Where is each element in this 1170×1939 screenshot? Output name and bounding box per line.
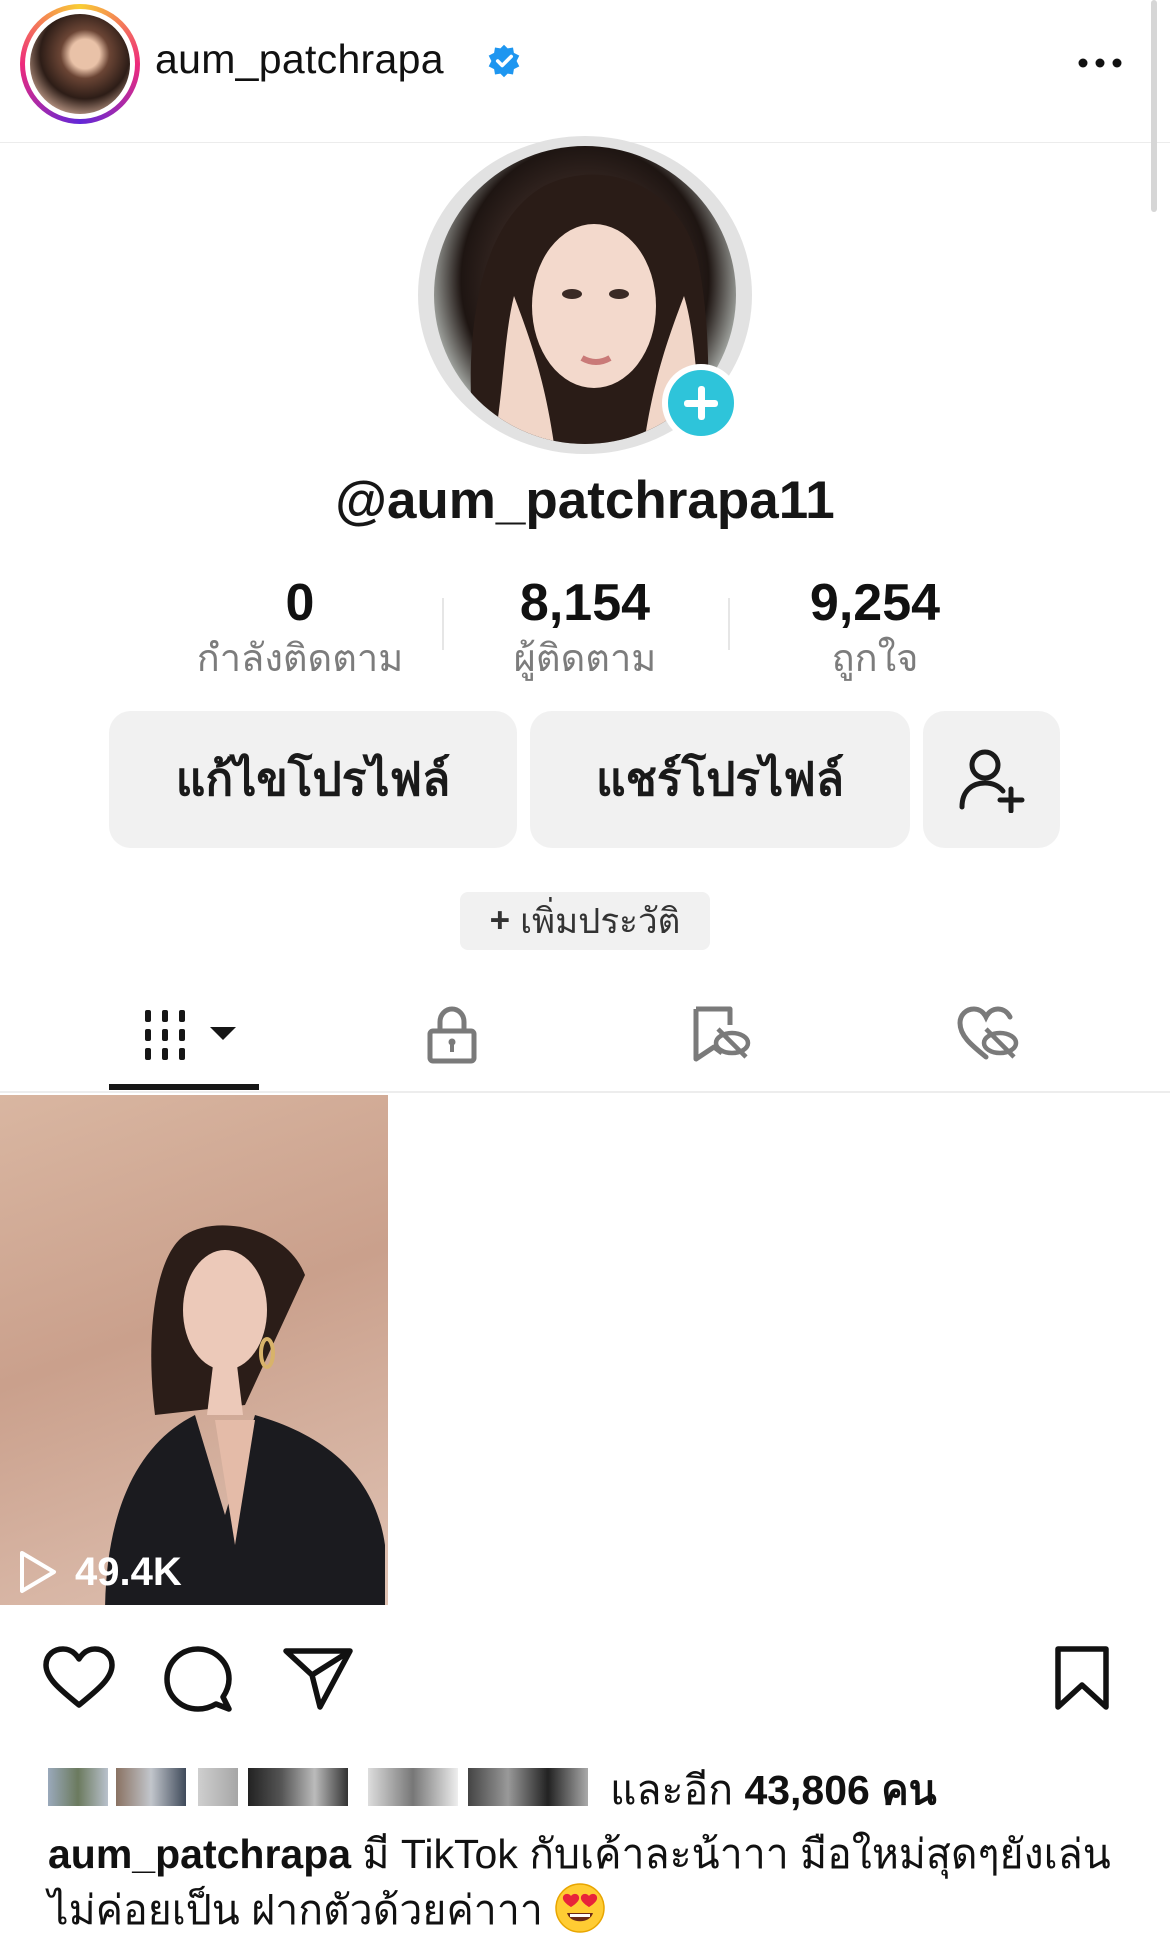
likes-count: และอีก 43,806 คน [610, 1767, 937, 1813]
heart-eyes-emoji-icon [555, 1883, 606, 1933]
tiktok-avatar [418, 136, 752, 454]
add-bio-button: + เพิ่มประวัติ [460, 892, 710, 950]
stat-divider [442, 598, 444, 650]
add-friend-button [923, 711, 1060, 848]
tab-saved [670, 990, 770, 1080]
author-avatar[interactable] [20, 4, 140, 124]
blurred-name [248, 1768, 348, 1806]
tab-divider [0, 1091, 1170, 1093]
active-tab-indicator [109, 1084, 259, 1090]
add-person-icon [959, 749, 1024, 813]
video-view-count: 49.4K [75, 1550, 182, 1594]
share-icon[interactable] [282, 1645, 354, 1711]
verified-badge-icon [488, 44, 520, 78]
share-profile-button: แชร์โปรไฟล์ [530, 711, 910, 848]
stat-likes: 9,254 ถูกใจ [809, 574, 941, 680]
post-header: aum_patchrapa [0, 0, 1170, 143]
blurred-name [468, 1768, 588, 1806]
scrollbar[interactable] [1151, 0, 1157, 212]
author-username[interactable]: aum_patchrapa [155, 36, 444, 83]
hidden-bookmark-icon [693, 1006, 751, 1062]
videos-grid-icon [145, 1010, 236, 1060]
caption-username[interactable]: aum_patchrapa [48, 1831, 351, 1877]
stat-divider [728, 598, 730, 650]
blurred-avatar [116, 1768, 186, 1806]
play-icon [20, 1551, 56, 1593]
comment-icon[interactable] [163, 1645, 233, 1715]
likes-row[interactable]: และอีก 43,806 คน [48, 1760, 1148, 1820]
tiktok-handle: @aum_patchrapa11 [335, 471, 835, 530]
hidden-heart-icon [957, 1006, 1019, 1060]
blurred-avatar [48, 1768, 108, 1806]
stat-following: 0 กำลังติดตาม [196, 574, 404, 680]
lock-icon [427, 1006, 477, 1064]
bookmark-icon[interactable] [1052, 1645, 1112, 1711]
video-thumbnail: 49.4K [0, 1095, 388, 1605]
more-horizontal-icon[interactable] [1075, 48, 1125, 78]
post-caption: aum_patchrapa มี TikTok กับเค้าละน้าาา ม… [48, 1826, 1138, 1938]
heart-icon[interactable] [42, 1645, 116, 1711]
stat-followers: 8,154 ผู้ติดตาม [513, 574, 657, 680]
tab-liked [938, 990, 1038, 1080]
edit-profile-button: แก้ไขโปรไฟล์ [109, 711, 517, 848]
blurred-name [198, 1768, 238, 1806]
tab-videos [135, 990, 245, 1080]
tab-private [402, 990, 502, 1080]
blurred-name [368, 1768, 458, 1806]
add-story-plus-icon [662, 364, 740, 442]
